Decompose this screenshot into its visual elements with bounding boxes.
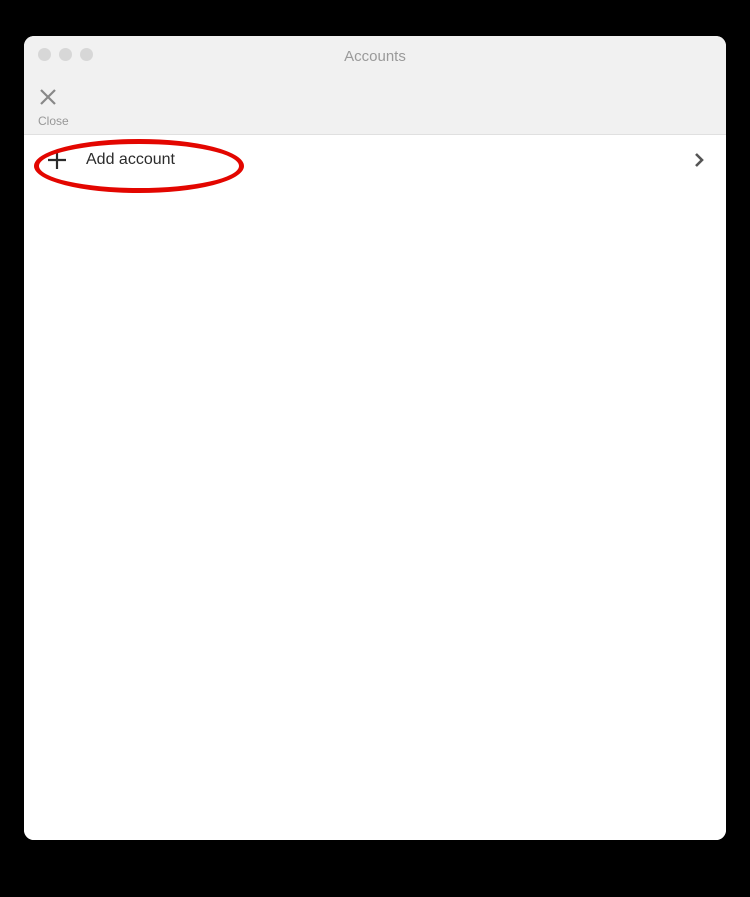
chevron-right-icon [694,152,704,168]
close-icon [38,87,58,112]
add-account-label: Add account [86,151,694,169]
traffic-light-minimize[interactable] [59,48,72,61]
accounts-window: Accounts Close Add account [24,36,726,840]
close-button[interactable]: Close [38,87,69,128]
content-area: Add account [24,135,726,840]
traffic-light-zoom[interactable] [80,48,93,61]
plus-icon [46,149,68,171]
window-title: Accounts [38,44,712,73]
close-label: Close [38,114,69,128]
add-account-row[interactable]: Add account [24,135,726,185]
traffic-lights [38,48,93,61]
titlebar: Accounts Close [24,36,726,135]
traffic-light-close[interactable] [38,48,51,61]
